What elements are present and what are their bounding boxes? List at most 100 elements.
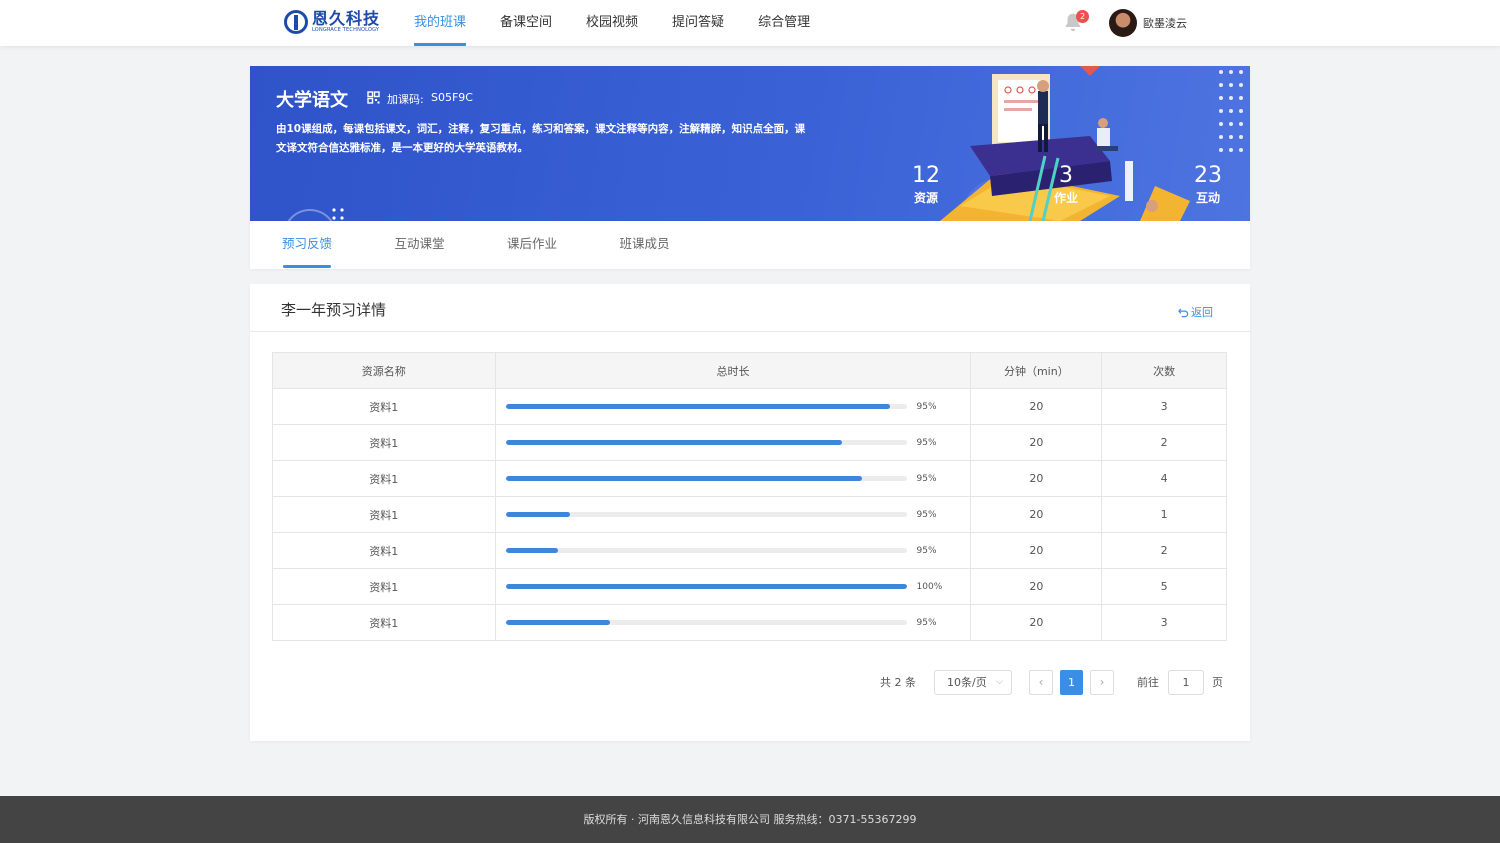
duration-cell: 100%	[494, 568, 972, 605]
count-cell: 5	[1101, 568, 1227, 605]
avatar[interactable]	[1109, 9, 1137, 37]
resource-name-cell[interactable]: 资料1	[272, 460, 496, 497]
tab-preview-feedback[interactable]: 预习反馈	[272, 221, 385, 269]
course-card: 大学语文 加课码: S05F9C 由10课组成，每课包括课文，词汇，注释，复习重…	[250, 66, 1250, 269]
resource-name-cell[interactable]: 资料1	[272, 532, 496, 569]
progress-fill	[505, 440, 843, 445]
stat-label: 互动	[1195, 191, 1220, 205]
prev-page-button[interactable]: ‹	[1029, 669, 1053, 695]
count-cell: 4	[1101, 460, 1227, 497]
nav-item-lesson-prep[interactable]: 备课空间	[486, 0, 566, 46]
duration-cell: 95%	[494, 388, 972, 425]
progress-percent: 95%	[916, 437, 937, 448]
progress-fill	[505, 512, 570, 517]
progress-percent: 95%	[916, 509, 937, 520]
column-header-minutes[interactable]: 分钟（min）	[970, 352, 1103, 389]
pagination: 共 2 条 10条/页 ⌵ ‹ 1 › 前往 1 页	[880, 669, 1223, 695]
course-title: 大学语文	[276, 90, 348, 111]
minutes-cell: 20	[970, 532, 1103, 569]
course-description: 由10课组成，每课包括课文，词汇，注释，复习重点，练习和答案，课文注释等内容，注…	[276, 123, 806, 154]
progress-fill	[505, 584, 907, 589]
table-row: 资料1 95% 20 2	[272, 424, 1227, 461]
nav-item-management[interactable]: 综合管理	[744, 0, 824, 46]
table-row: 资料1 95% 20 1	[272, 496, 1227, 533]
stat-value: 12	[912, 163, 940, 188]
page-number-button[interactable]: 1	[1060, 669, 1083, 695]
resource-name-cell[interactable]: 资料1	[272, 604, 496, 641]
stat-interactions[interactable]: 23 互动	[1194, 163, 1222, 207]
table-row: 资料1 95% 20 2	[272, 532, 1227, 569]
course-code-label: 加课码:	[387, 93, 424, 106]
nav-item-my-classes[interactable]: 我的班课	[400, 0, 480, 46]
preview-detail-card: 李一年预习详情 返回 资源名称 总时长 分钟（min） 次数 资料1 95% 20 3…	[250, 284, 1250, 741]
qr-code-icon[interactable]	[367, 91, 380, 104]
column-header-count[interactable]: 次数	[1101, 352, 1227, 389]
progress-bar	[505, 476, 907, 481]
course-banner: 大学语文 加课码: S05F9C 由10课组成，每课包括课文，词汇，注释，复习重…	[250, 66, 1250, 221]
page-size-select[interactable]: 10条/页 ⌵	[934, 669, 1012, 695]
resource-name-cell[interactable]: 资料1	[272, 496, 496, 533]
count-cell: 2	[1101, 532, 1227, 569]
stat-value: 23	[1194, 163, 1222, 188]
resource-name-cell[interactable]: 资料1	[272, 568, 496, 605]
page-suffix: 页	[1212, 676, 1223, 689]
undo-icon	[1178, 307, 1189, 317]
progress-percent: 100%	[916, 581, 943, 592]
duration-cell: 95%	[494, 532, 972, 569]
stat-assignments[interactable]: 3 作业	[1054, 163, 1078, 207]
tab-interactive-class[interactable]: 互动课堂	[385, 221, 498, 269]
duration-cell: 95%	[494, 496, 972, 533]
tab-members[interactable]: 班课成员	[610, 221, 723, 269]
progress-bar	[505, 440, 907, 445]
next-page-button[interactable]: ›	[1090, 669, 1114, 695]
logo[interactable]: 恩久科技 LONGRACE TECHNOLOGY	[284, 10, 380, 34]
course-tabs: 预习反馈 互动课堂 课后作业 班课成员	[250, 221, 1250, 269]
total-count: 共 2 条	[880, 676, 916, 689]
preview-table: 资源名称 总时长 分钟（min） 次数 资料1 95% 20 3 资料1 95% 20 2 资料…	[272, 352, 1227, 641]
logo-subtext: LONGRACE TECHNOLOGY	[312, 27, 380, 33]
user-menu[interactable]: 歐墨淩云	[1109, 9, 1187, 37]
table-header-row: 资源名称 总时长 分钟（min） 次数	[272, 352, 1227, 389]
progress-fill	[505, 476, 863, 481]
tab-homework[interactable]: 课后作业	[497, 221, 610, 269]
progress-bar	[505, 404, 907, 409]
goto-page-input[interactable]: 1	[1168, 669, 1204, 695]
page-size-value: 10条/页	[947, 676, 987, 689]
back-button[interactable]: 返回	[1178, 304, 1213, 320]
resource-name-cell[interactable]: 资料1	[272, 424, 496, 461]
nav-item-campus-video[interactable]: 校园视频	[572, 0, 652, 46]
main-nav: 我的班课 备课空间 校园视频 提问答疑 综合管理	[400, 0, 830, 46]
minutes-cell: 20	[970, 496, 1103, 533]
table-row: 资料1 95% 20 3	[272, 604, 1227, 641]
progress-fill	[505, 620, 610, 625]
chevron-down-icon: ⌵	[996, 677, 1003, 687]
minutes-cell: 20	[970, 424, 1103, 461]
user-name[interactable]: 歐墨淩云	[1143, 15, 1187, 31]
stat-value: 3	[1059, 163, 1073, 188]
course-code-value: S05F9C	[431, 91, 473, 104]
column-header-duration[interactable]: 总时长	[494, 352, 972, 389]
notification-badge: 2	[1076, 10, 1089, 23]
minutes-cell: 20	[970, 460, 1103, 497]
column-header-resource[interactable]: 资源名称	[272, 352, 496, 389]
count-cell: 1	[1101, 496, 1227, 533]
decorative-circle-icon	[287, 208, 344, 221]
progress-percent: 95%	[916, 617, 937, 628]
minutes-cell: 20	[970, 604, 1103, 641]
table-row: 资料1 95% 20 4	[272, 460, 1227, 497]
minutes-cell: 20	[970, 388, 1103, 425]
progress-bar	[505, 620, 907, 625]
count-cell: 3	[1101, 388, 1227, 425]
resource-name-cell[interactable]: 资料1	[272, 388, 496, 425]
logo-text: 恩久科技	[312, 9, 381, 28]
stat-resources[interactable]: 12 资源	[912, 163, 940, 207]
table-row: 资料1 100% 20 5	[272, 568, 1227, 605]
duration-cell: 95%	[494, 424, 972, 461]
dot-pattern-icon	[1219, 70, 1243, 152]
progress-fill	[505, 404, 891, 409]
nav-item-qa[interactable]: 提问答疑	[658, 0, 738, 46]
progress-percent: 95%	[916, 401, 937, 412]
progress-percent: 95%	[916, 545, 937, 556]
progress-percent: 95%	[916, 473, 937, 484]
page-title: 李一年预习详情	[281, 301, 387, 319]
